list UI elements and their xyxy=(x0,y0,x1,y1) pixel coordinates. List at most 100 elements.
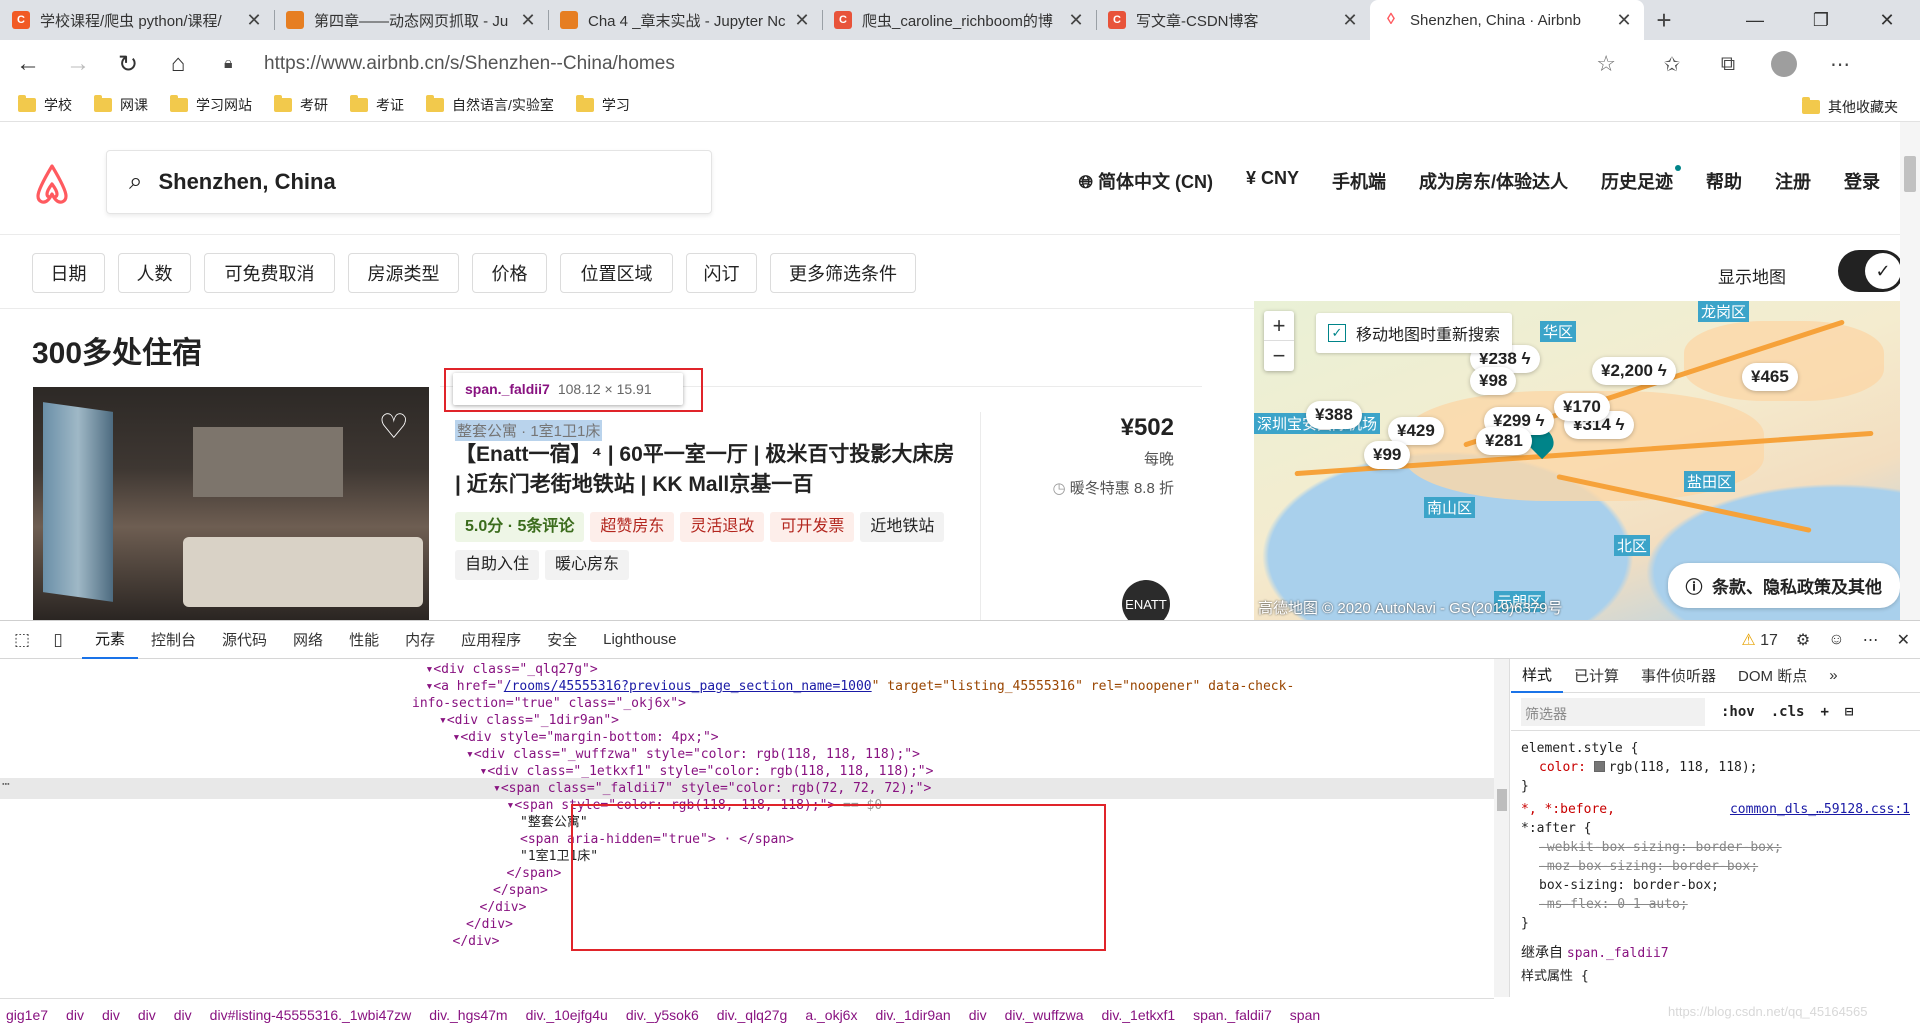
feedback-icon[interactable]: ☺ xyxy=(1828,631,1844,649)
browser-tab[interactable]: 第四章——动态网页抓取 - Ju ✕ xyxy=(274,0,548,40)
move-search-checkbox[interactable]: ✓ 移动地图时重新搜索 xyxy=(1316,313,1513,353)
styles-tab[interactable]: 事件侦听器 xyxy=(1630,659,1727,693)
reload-button[interactable]: ↻ xyxy=(106,46,150,82)
devtools-tab[interactable]: 内存 xyxy=(392,621,448,659)
back-button[interactable]: ← xyxy=(6,46,50,82)
dom-node-line[interactable]: </div> xyxy=(0,931,500,952)
browser-tab[interactable]: C 学校课程/爬虫 python/课程/ ✕ xyxy=(0,0,274,40)
breadcrumb-item[interactable]: div xyxy=(102,1007,120,1023)
map-price-pin[interactable]: ¥98 xyxy=(1470,367,1517,395)
devtools-tab[interactable]: 元素 xyxy=(82,621,139,659)
favorites-icon[interactable]: ✩ xyxy=(1644,46,1700,82)
heart-icon[interactable]: ♡ xyxy=(379,407,409,447)
toggle-sidebar-icon[interactable]: ⊟ xyxy=(1845,704,1853,720)
devtools-tab[interactable]: 性能 xyxy=(336,621,392,659)
tab-close-icon[interactable]: ✕ xyxy=(518,10,538,31)
tab-close-icon[interactable]: ✕ xyxy=(1066,10,1086,31)
close-devtools-icon[interactable]: ✕ xyxy=(1897,630,1910,650)
map-price-pin[interactable]: ¥99 xyxy=(1364,441,1411,469)
inspect-element-icon[interactable]: ⬚ xyxy=(8,626,36,654)
styles-tab[interactable]: DOM 断点 xyxy=(1727,659,1818,693)
breadcrumb-item[interactable]: span xyxy=(1290,1007,1320,1023)
breadcrumb-item[interactable]: gig1e7 xyxy=(6,1007,48,1023)
bookmark-folder[interactable]: 考研 xyxy=(274,94,328,115)
browser-tab[interactable]: Cha 4 _章末实战 - Jupyter Nc ✕ xyxy=(548,0,822,40)
minimize-button[interactable]: — xyxy=(1722,0,1788,40)
zoom-in-button[interactable]: + xyxy=(1264,311,1294,341)
breadcrumb-item[interactable]: div xyxy=(138,1007,156,1023)
home-button[interactable]: ⌂ xyxy=(156,46,200,82)
breadcrumb-item[interactable]: span._faldii7 xyxy=(1193,1007,1272,1023)
breadcrumb-item[interactable]: div._wuffzwa xyxy=(1005,1007,1084,1023)
cls-button[interactable]: .cls xyxy=(1771,704,1805,720)
more-options-icon[interactable]: ⋯ xyxy=(1863,630,1879,650)
nav-item[interactable]: 登录 xyxy=(1844,168,1880,194)
browser-tab[interactable]: C 爬虫_caroline_richboom的博 ✕ xyxy=(822,0,1096,40)
devtools-tab[interactable]: 网络 xyxy=(280,621,336,659)
breadcrumb-item[interactable]: div._1dir9an xyxy=(875,1007,950,1023)
dom-ellipsis-icon[interactable]: ⋯ xyxy=(2,777,10,792)
devtools-tab[interactable]: Lighthouse xyxy=(590,621,689,659)
hov-button[interactable]: :hov xyxy=(1721,704,1755,720)
address-bar[interactable]: 🔒︎ https://www.airbnb.cn/s/Shenzhen--Chi… xyxy=(210,46,1630,82)
devtools-tab[interactable]: 控制台 xyxy=(138,621,209,659)
nav-item[interactable]: 帮助 xyxy=(1706,168,1742,194)
airbnb-logo-icon[interactable] xyxy=(32,162,72,206)
maximize-button[interactable]: ❐ xyxy=(1788,0,1854,40)
elements-scrollbar-thumb[interactable] xyxy=(1497,789,1507,811)
styles-tab[interactable]: 样式 xyxy=(1511,659,1564,693)
element-style-prop[interactable]: color: rgb(118, 118, 118); xyxy=(1521,758,1910,777)
map-price-pin[interactable]: ¥388 xyxy=(1306,401,1362,429)
filter-chip[interactable]: 人数 xyxy=(118,253,191,293)
filter-chip[interactable]: 日期 xyxy=(32,253,105,293)
breadcrumb-item[interactable]: a._okj6x xyxy=(805,1007,857,1023)
map[interactable]: 华区龙岗区南山区盐田区北区元朗区深圳宝安国际机场 ¥238 ϟ¥98¥2,200… xyxy=(1254,301,1900,620)
bookmark-folder[interactable]: 考证 xyxy=(350,94,404,115)
css-property[interactable]: -webkit-box-sizing: border-box; xyxy=(1521,838,1910,857)
css-property[interactable]: -moz-box-sizing: border-box; xyxy=(1521,857,1910,876)
nav-item[interactable]: 🌐︎ 简体中文 (CN) xyxy=(1079,168,1213,194)
profile-avatar[interactable] xyxy=(1771,51,1797,77)
breadcrumb-item[interactable]: div#listing-45555316._1wbi47zw xyxy=(210,1007,412,1023)
tab-close-icon[interactable]: ✕ xyxy=(792,10,812,31)
tab-close-icon[interactable]: ✕ xyxy=(244,10,264,31)
color-swatch[interactable] xyxy=(1593,761,1605,772)
search-input[interactable]: Shenzhen, China xyxy=(158,169,335,195)
warning-icon[interactable]: ⚠ 17 xyxy=(1741,630,1778,650)
map-price-pin[interactable]: ¥2,200 ϟ xyxy=(1592,357,1676,385)
breadcrumb-item[interactable]: div xyxy=(174,1007,192,1023)
breadcrumb-item[interactable]: div xyxy=(66,1007,84,1023)
page-scrollbar[interactable] xyxy=(1900,122,1920,620)
dom-href-link[interactable]: /rooms/45555316?previous_page_section_na… xyxy=(504,679,872,694)
inherited-selector[interactable]: span._faldii7 xyxy=(1567,946,1669,961)
more-tabs-icon[interactable]: » xyxy=(1818,659,1848,693)
device-toolbar-icon[interactable]: ▯ xyxy=(44,626,72,654)
bookmark-folder[interactable]: 学习网站 xyxy=(170,94,252,115)
breadcrumb-item[interactable]: div._hgs47m xyxy=(429,1007,507,1023)
filter-chip[interactable]: 房源类型 xyxy=(348,253,459,293)
devtools-tab[interactable]: 应用程序 xyxy=(448,621,534,659)
collections-icon[interactable]: ⧉ xyxy=(1700,46,1756,82)
tab-close-icon[interactable]: ✕ xyxy=(1614,10,1634,31)
css-property[interactable]: -ms-flex: 0 1 auto; xyxy=(1521,895,1910,914)
filter-chip[interactable]: 位置区域 xyxy=(560,253,673,293)
breadcrumb-item[interactable]: div._1etkxf1 xyxy=(1102,1007,1176,1023)
close-window-button[interactable]: ✕ xyxy=(1854,0,1920,40)
other-bookmarks[interactable]: 其他收藏夹 xyxy=(1802,97,1898,117)
filter-chip[interactable]: 价格 xyxy=(472,253,547,293)
forward-button[interactable]: → xyxy=(56,46,100,82)
bookmark-folder[interactable]: 学习 xyxy=(575,94,630,115)
map-price-pin[interactable]: ¥281 xyxy=(1476,427,1532,455)
search-box[interactable]: ⌕ Shenzhen, China xyxy=(106,150,712,214)
nav-item[interactable]: 注册 xyxy=(1775,168,1811,194)
add-rule-icon[interactable]: + xyxy=(1820,704,1828,720)
map-price-pin[interactable]: ¥170 xyxy=(1554,393,1610,421)
listing-title[interactable]: 【Enatt一宿】⁴ | 60平一室一厅 | 极米百寸投影大床房 | 近东门老街… xyxy=(455,440,965,500)
browser-tab[interactable]: ◊ Shenzhen, China · Airbnb ✕ xyxy=(1370,0,1644,40)
bookmark-folder[interactable]: 学校 xyxy=(18,94,72,115)
favorite-star-icon[interactable]: ☆ xyxy=(1596,51,1616,77)
settings-gear-icon[interactable]: ⚙ xyxy=(1796,630,1810,650)
browser-tab[interactable]: C 写文章-CSDN博客 ✕ xyxy=(1096,0,1370,40)
styles-tab[interactable]: 已计算 xyxy=(1563,659,1630,693)
host-avatar[interactable]: ENATT xyxy=(1122,580,1170,620)
